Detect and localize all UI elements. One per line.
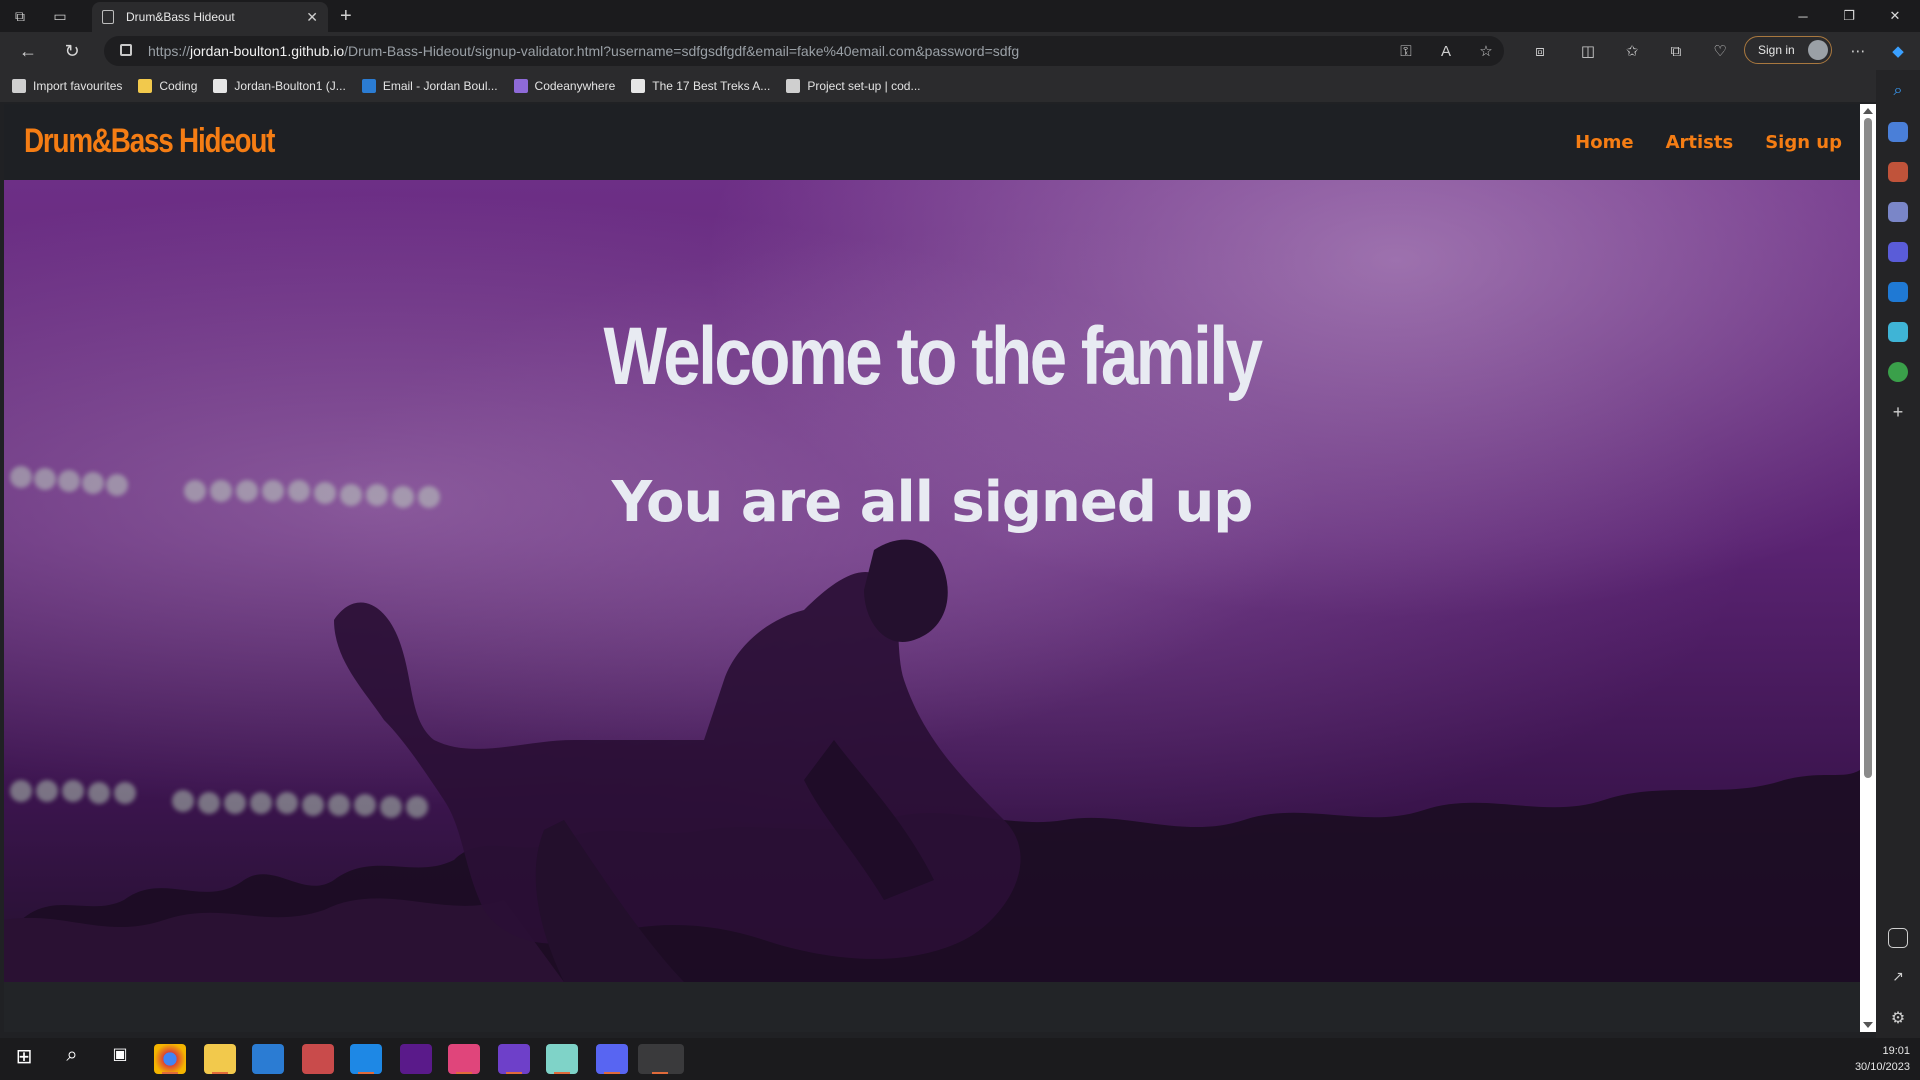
nav-home-link[interactable]: Home — [1575, 132, 1633, 153]
task-view-icon[interactable]: ▣ — [104, 1044, 136, 1074]
folder-icon — [138, 79, 153, 93]
health-icon[interactable]: ♡ — [1702, 32, 1738, 70]
vscode-icon[interactable] — [350, 1044, 382, 1074]
favourite-item[interactable]: Import favourites — [12, 79, 122, 93]
favourites-bar: Import favourites Coding Jordan-Boulton1 (… — [0, 70, 1920, 102]
favourite-item[interactable]: Project set-up | cod... — [786, 79, 920, 93]
scroll-up-icon[interactable] — [1863, 108, 1873, 114]
close-tab-icon[interactable]: ✕ — [306, 9, 318, 26]
favourite-item[interactable]: Jordan-Boulton1 (J... — [213, 79, 346, 93]
url-scheme: https:// — [148, 43, 191, 59]
shopping-tag-icon[interactable] — [1888, 122, 1908, 142]
open-external-icon[interactable]: ↗ — [1888, 968, 1908, 988]
avatar — [1808, 40, 1828, 60]
sign-in-button[interactable]: Sign in — [1744, 36, 1832, 64]
system-clock[interactable]: 19:01 30/10/2023 — [1855, 1043, 1910, 1075]
clock-time: 19:01 — [1882, 1045, 1910, 1057]
edge-icon[interactable] — [638, 1044, 684, 1074]
tools-icon[interactable] — [1888, 162, 1908, 182]
tree-icon[interactable] — [1888, 362, 1908, 382]
slack-icon[interactable] — [448, 1044, 480, 1074]
nav-signup-link[interactable]: Sign up — [1765, 132, 1842, 153]
split-screen-icon[interactable]: ◫ — [1570, 32, 1606, 70]
minimize-icon[interactable]: ─ — [1780, 0, 1826, 32]
tab-drum-bass-hideout[interactable]: Drum&Bass Hideout ✕ — [92, 2, 328, 32]
search-icon[interactable]: ⌕ — [56, 1044, 88, 1074]
url-path: /Drum-Bass-Hideout/signup-validator.html… — [344, 43, 1020, 59]
key-icon[interactable]: ⚿ — [1388, 32, 1424, 70]
close-window-icon[interactable]: ✕ — [1872, 0, 1918, 32]
back-icon[interactable]: ← — [10, 32, 46, 70]
page-icon — [102, 10, 114, 24]
app-icon[interactable] — [302, 1044, 334, 1074]
add-icon[interactable]: + — [1888, 402, 1908, 422]
hero-subtitle: You are all signed up — [611, 470, 1254, 535]
discord-icon[interactable] — [596, 1044, 628, 1074]
site-header: Drum&Bass Hideout Home Artists Sign up — [4, 104, 1860, 180]
github-desktop-icon[interactable] — [498, 1044, 530, 1074]
taskbar: ⊞ ⌕ ▣ 19:01 30/10/2023 — [0, 1038, 1920, 1080]
workspaces-icon[interactable]: ⧉ — [0, 0, 40, 32]
codeanywhere-icon — [513, 79, 528, 93]
import-icon — [12, 79, 26, 93]
favourite-label: Project set-up | cod... — [807, 79, 921, 93]
favourite-item[interactable]: Coding — [138, 79, 197, 93]
site-logo[interactable]: Drum&Bass Hideout — [24, 122, 275, 161]
store-icon[interactable] — [252, 1044, 284, 1074]
settings-icon[interactable]: ⚙ — [1888, 1008, 1908, 1028]
github-icon — [213, 79, 228, 93]
favourite-label: Codeanywhere — [534, 79, 616, 93]
favourite-label: Import favourites — [33, 79, 123, 93]
games-icon[interactable] — [1888, 202, 1908, 222]
collections-icon[interactable]: ⧉ — [1658, 32, 1694, 70]
page-scrollbar[interactable] — [1860, 104, 1876, 1032]
drop-icon[interactable] — [1888, 322, 1908, 342]
search-icon[interactable]: ⌕ — [1888, 82, 1908, 102]
windows-start-icon[interactable]: ⊞ — [8, 1044, 40, 1074]
address-bar[interactable]: https://jordan-boulton1.github.io/Drum-B… — [104, 36, 1504, 66]
crowd-silhouette — [4, 539, 1860, 982]
sidebar-toggle-icon[interactable] — [1888, 928, 1908, 948]
favourite-item[interactable]: Email - Jordan Boul... — [361, 79, 498, 93]
sign-in-label: Sign in — [1758, 43, 1795, 57]
nzxt-icon[interactable] — [400, 1044, 432, 1074]
outlook-icon — [361, 79, 376, 93]
hero-section: Welcome to the family You are all signed… — [4, 180, 1860, 982]
favourite-star-icon[interactable]: ☆ — [1468, 32, 1504, 70]
document-icon — [786, 79, 801, 93]
favourite-label: Coding — [159, 79, 198, 93]
lock-icon[interactable] — [120, 44, 132, 56]
page-viewport: Drum&Bass Hideout Home Artists Sign up W… — [4, 104, 1860, 1032]
scroll-thumb[interactable] — [1864, 118, 1872, 778]
favourite-label: Email - Jordan Boul... — [382, 79, 498, 93]
edge-sidebar: ⌕ + ↗ ⚙ — [1876, 70, 1920, 1038]
page-icon — [631, 79, 646, 93]
tab-title: Drum&Bass Hideout — [126, 10, 235, 24]
nav-artists-link[interactable]: Artists — [1666, 132, 1734, 153]
restore-icon[interactable]: ❐ — [1826, 0, 1872, 32]
hero-title: Welcome to the family — [603, 311, 1262, 402]
outlook-icon[interactable] — [1888, 282, 1908, 302]
scroll-down-icon[interactable] — [1863, 1022, 1873, 1028]
favourite-item[interactable]: The 17 Best Treks A... — [631, 79, 770, 93]
site-nav: Home Artists Sign up — [1575, 132, 1842, 153]
favourites-icon[interactable]: ✩ — [1614, 32, 1650, 70]
clock-date: 30/10/2023 — [1854, 1061, 1910, 1073]
favourite-label: The 17 Best Treks A... — [652, 79, 771, 93]
notes-icon[interactable] — [546, 1044, 578, 1074]
favourite-label: Jordan-Boulton1 (J... — [234, 79, 346, 93]
refresh-icon[interactable]: ↻ — [54, 32, 90, 70]
microsoft-365-icon[interactable] — [1888, 242, 1908, 262]
tab-actions-icon[interactable]: ▭ — [40, 0, 80, 32]
chrome-icon[interactable] — [154, 1044, 186, 1074]
new-tab-icon[interactable]: + — [340, 6, 352, 26]
file-explorer-icon[interactable] — [204, 1044, 236, 1074]
extensions-icon[interactable]: ⧈ — [1522, 32, 1558, 70]
read-aloud-icon[interactable]: A — [1428, 32, 1464, 70]
favourite-item[interactable]: Codeanywhere — [513, 79, 616, 93]
url-host: jordan-boulton1.github.io — [190, 43, 345, 59]
more-options-icon[interactable]: ⋯ — [1840, 32, 1876, 70]
copilot-icon[interactable]: ◆ — [1880, 32, 1916, 70]
